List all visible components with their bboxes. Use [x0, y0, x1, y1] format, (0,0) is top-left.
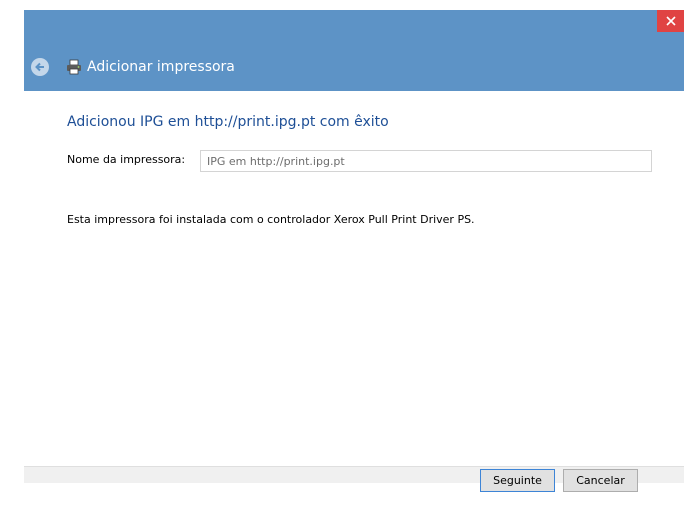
content-area: Adicionou IPG em http://print.ipg.pt com… [24, 91, 684, 466]
close-button[interactable] [657, 10, 684, 32]
window-header: Adicionar impressora [24, 10, 684, 91]
printer-name-label: Nome da impressora: [67, 153, 186, 166]
driver-info-text: Esta impressora foi instalada com o cont… [67, 213, 475, 226]
next-button-label: Seguinte [493, 474, 542, 487]
printer-icon [65, 58, 83, 76]
cancel-button[interactable]: Cancelar [563, 469, 638, 492]
cancel-button-label: Cancelar [576, 474, 625, 487]
add-printer-window: Adicionar impressora Adicionou IPG em ht… [24, 10, 684, 483]
page: Adicionar impressora Adicionou IPG em ht… [0, 0, 684, 510]
window-title: Adicionar impressora [87, 59, 235, 75]
success-heading: Adicionou IPG em http://print.ipg.pt com… [67, 114, 389, 130]
printer-name-input[interactable] [200, 150, 652, 172]
back-button[interactable] [31, 58, 49, 76]
close-icon [665, 16, 676, 26]
back-arrow-icon [35, 62, 44, 72]
next-button[interactable]: Seguinte [480, 469, 555, 492]
